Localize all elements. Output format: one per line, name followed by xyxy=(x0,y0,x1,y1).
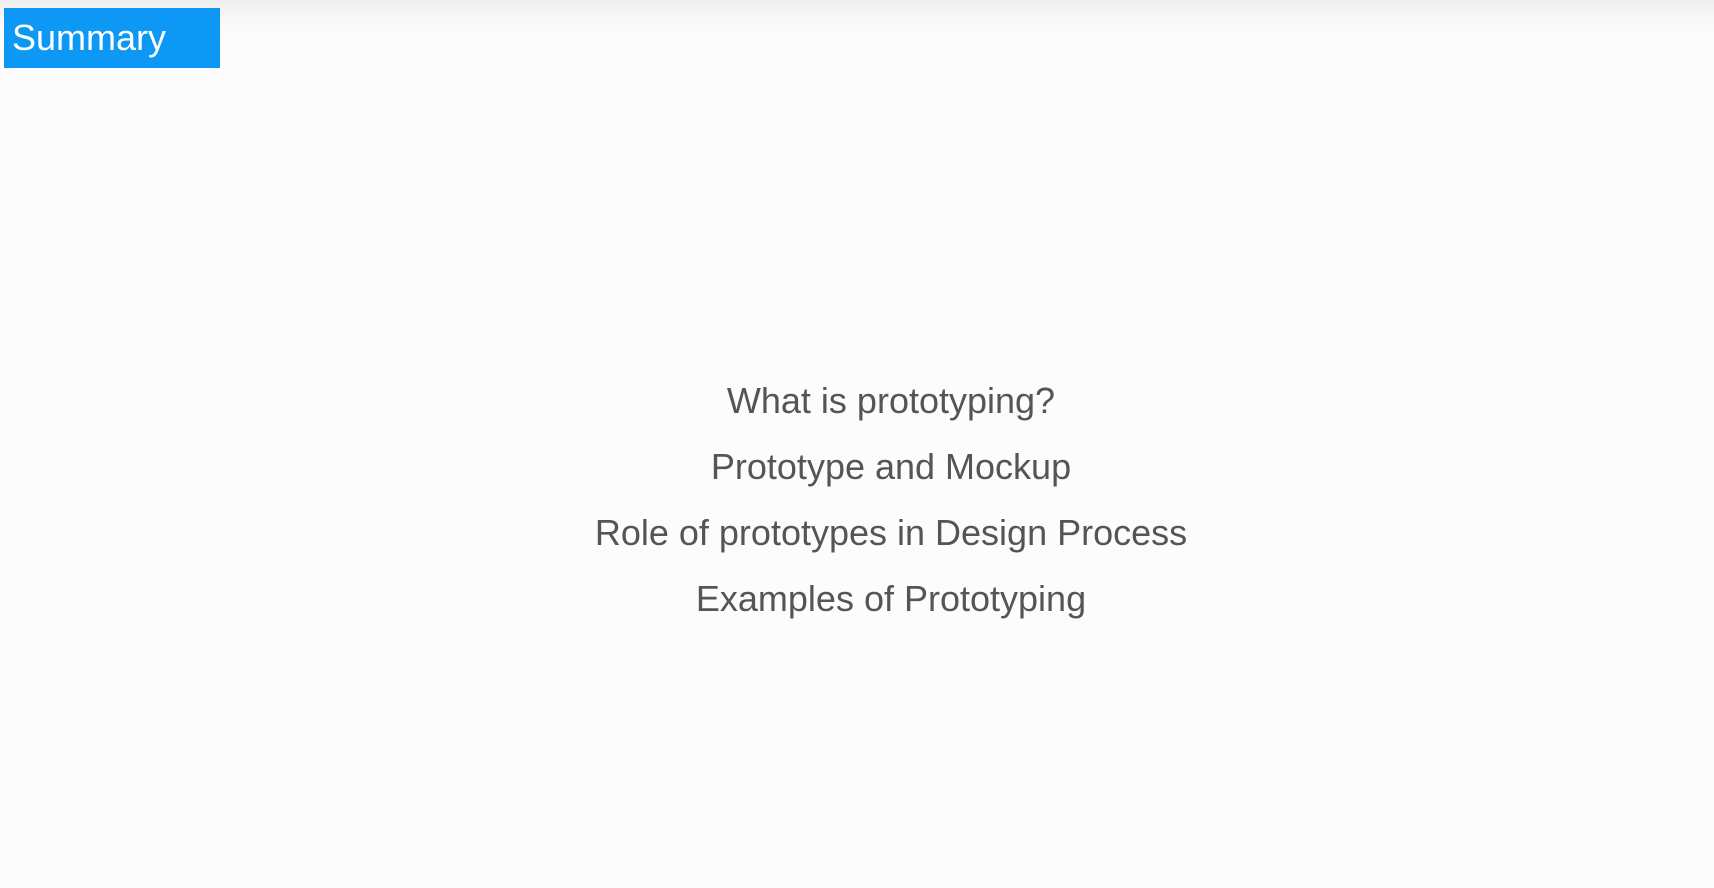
section-tag: Summary xyxy=(4,8,220,68)
agenda-item: Prototype and Mockup xyxy=(710,446,1072,487)
agenda-item: Role of prototypes in Design Process xyxy=(594,512,1188,553)
agenda-item: Examples of Prototyping xyxy=(695,578,1087,619)
section-tag-label: Summary xyxy=(12,17,167,58)
slide-top-shade xyxy=(0,0,1714,40)
agenda-item: What is prototyping? xyxy=(726,380,1056,421)
agenda-list: What is prototyping? Prototype and Mocku… xyxy=(0,376,1714,640)
